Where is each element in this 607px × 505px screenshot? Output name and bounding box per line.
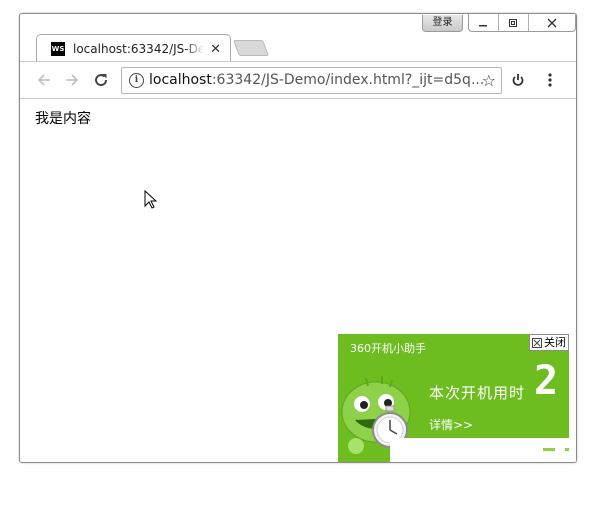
content-text: 我是内容	[35, 111, 91, 127]
browser-window: 登录 WS localhost:63342/JS-Demo/index.html…	[19, 13, 577, 463]
minimize-icon[interactable]	[469, 14, 499, 31]
page-content: 我是内容 360开机小助手 关闭 本次开机用时 2 详情>>	[20, 99, 576, 462]
popup-footer	[390, 438, 569, 462]
address-bar[interactable]: i localhost:63342/JS-Demo/index.html?_ij…	[121, 67, 502, 94]
webstorm-favicon-icon: WS	[51, 42, 65, 56]
mouse-cursor-icon	[144, 189, 158, 214]
tab-active[interactable]: WS localhost:63342/JS-Demo/index.html ✕	[36, 34, 231, 62]
reload-icon[interactable]	[91, 70, 111, 90]
startup-assistant-popup: 360开机小助手 关闭 本次开机用时 2 详情>>	[338, 334, 569, 462]
close-icon[interactable]	[529, 14, 575, 31]
boot-time-number: 2	[534, 358, 559, 404]
tab-title: localhost:63342/JS-Demo/index.html	[73, 42, 205, 56]
boot-time-label: 本次开机用时	[429, 384, 526, 402]
popup-close-button[interactable]: 关闭	[529, 334, 569, 351]
kebab-menu-icon[interactable]	[540, 70, 560, 90]
popup-title: 360开机小助手	[350, 342, 426, 355]
close-box-icon	[532, 337, 542, 348]
title-bar: 登录 WS localhost:63342/JS-Demo/index.html…	[20, 14, 576, 62]
forward-arrow-icon[interactable]	[62, 70, 82, 90]
power-icon[interactable]	[508, 70, 528, 90]
restore-icon[interactable]	[499, 14, 529, 31]
browser-toolbar: i localhost:63342/JS-Demo/index.html?_ij…	[20, 61, 576, 99]
back-arrow-icon[interactable]	[34, 70, 54, 90]
window-controls	[468, 14, 576, 32]
tab-close-icon[interactable]: ✕	[210, 42, 221, 57]
info-icon[interactable]: i	[129, 73, 144, 88]
login-button[interactable]: 登录	[422, 15, 463, 32]
star-icon[interactable]: ☆	[482, 71, 496, 90]
details-link[interactable]: 详情>>	[429, 416, 473, 433]
url-text: localhost:63342/JS-Demo/index.html?_ijt=…	[149, 72, 485, 88]
new-tab-button[interactable]	[233, 40, 269, 56]
